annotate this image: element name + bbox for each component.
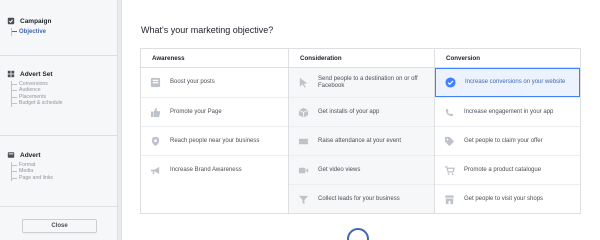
- objective-label: Boost your posts: [170, 79, 215, 85]
- objective-brand-awareness[interactable]: Increase Brand Awareness: [141, 155, 288, 184]
- megaphone-icon: [149, 164, 161, 176]
- campaign-subnav: Objective: [11, 28, 51, 36]
- column-awareness: Awareness Boost your posts Promote your …: [141, 49, 288, 213]
- thumbs-up-icon: [149, 106, 161, 118]
- divider: [0, 206, 118, 207]
- grid-icon: [7, 70, 15, 78]
- sidebar-item-objective[interactable]: Objective: [12, 28, 51, 36]
- objective-traffic[interactable]: Send people to a destination on or off F…: [289, 68, 434, 97]
- objective-label: Promote a product catalogue: [464, 166, 542, 173]
- column-conversion: Conversion Increase conversions on your …: [434, 49, 580, 213]
- app-box-icon: [297, 106, 309, 118]
- objective-event-responses[interactable]: Raise attendance at your event: [289, 126, 434, 155]
- phone-icon: [443, 106, 455, 118]
- objective-panel: What's your marketing objective? Awarene…: [121, 0, 600, 240]
- campaign-header[interactable]: Campaign: [7, 17, 51, 25]
- objective-label: Get people to claim your offer: [464, 137, 543, 144]
- cursor-icon: [297, 77, 309, 89]
- event-ticket-icon: [297, 135, 309, 147]
- objective-store-visits[interactable]: Get people to visit your shops: [435, 184, 580, 213]
- objective-offer-claims[interactable]: Get people to claim your offer: [435, 126, 580, 155]
- store-icon: [443, 193, 455, 205]
- objective-product-catalogue[interactable]: Promote a product catalogue: [435, 155, 580, 184]
- campaign-title: Campaign: [20, 17, 52, 25]
- advert-set-section: Advert Set Conversions Audience Placemen…: [0, 70, 63, 107]
- close-button[interactable]: Close: [22, 219, 97, 233]
- objective-label: Increase engagement in your app: [464, 108, 554, 115]
- page-title: What's your marketing objective?: [141, 25, 274, 35]
- offer-tag-icon: [443, 135, 455, 147]
- advert-icon: [7, 152, 15, 158]
- objective-lead-generation[interactable]: Collect leads for your business: [289, 184, 434, 213]
- objective-grid: Awareness Boost your posts Promote your …: [140, 48, 581, 214]
- boost-post-icon: [149, 77, 161, 89]
- column-header-awareness: Awareness: [141, 49, 288, 68]
- advert-header[interactable]: Advert: [7, 151, 53, 159]
- divider: [0, 135, 118, 136]
- advert-set-header[interactable]: Advert Set: [7, 70, 63, 78]
- objective-promote-page[interactable]: Promote your Page: [141, 97, 288, 126]
- objective-label: Promote your Page: [170, 108, 222, 115]
- divider: [0, 55, 118, 56]
- objective-app-engagement[interactable]: Increase engagement in your app: [435, 97, 580, 126]
- sidebar-item-page-and-links[interactable]: Page and links: [12, 175, 53, 181]
- objective-reach-nearby[interactable]: Reach people near your business: [141, 126, 288, 155]
- objective-label: Get video views: [318, 166, 361, 173]
- objective-label: Increase conversions on your website: [465, 79, 566, 85]
- check-circle-icon: [444, 77, 456, 89]
- objective-label: Send people to a destination on or off F…: [318, 75, 418, 89]
- objective-label: Increase Brand Awareness: [170, 166, 242, 173]
- advert-set-subnav: Conversions Audience Placements Budget &…: [11, 81, 63, 107]
- objective-label: Reach people near your business: [170, 137, 260, 144]
- objective-label: Raise attendance at your event: [318, 137, 402, 144]
- sidebar-item-budget-schedule[interactable]: Budget & schedule: [12, 100, 63, 106]
- advert-set-title: Advert Set: [20, 70, 53, 78]
- globe-icon: [347, 228, 369, 240]
- advert-subnav: Format Media Page and links: [11, 162, 53, 182]
- column-header-conversion: Conversion: [435, 49, 580, 68]
- campaign-flag-icon: [7, 17, 15, 25]
- objective-website-conversions[interactable]: Increase conversions on your website: [435, 68, 580, 97]
- video-camera-icon: [297, 164, 309, 176]
- shopping-cart-icon: [443, 164, 455, 176]
- objective-app-installs[interactable]: Get installs of your app: [289, 97, 434, 126]
- column-header-consideration: Consideration: [289, 49, 434, 68]
- objective-label: Get people to visit your shops: [464, 195, 544, 202]
- campaign-section: Campaign Objective: [0, 17, 51, 36]
- advert-title: Advert: [20, 151, 41, 159]
- objective-label: Collect leads for your business: [318, 195, 400, 202]
- funnel-icon: [297, 193, 309, 205]
- column-consideration: Consideration Send people to a destinati…: [288, 49, 434, 213]
- objective-label: Get installs of your app: [318, 108, 380, 115]
- advert-section: Advert Format Media Page and links: [0, 151, 53, 182]
- objective-video-views[interactable]: Get video views: [289, 155, 434, 184]
- left-sidebar: Campaign Objective Advert Set Conversion…: [0, 0, 118, 240]
- objective-boost-posts[interactable]: Boost your posts: [141, 68, 288, 97]
- location-pin-icon: [149, 135, 161, 147]
